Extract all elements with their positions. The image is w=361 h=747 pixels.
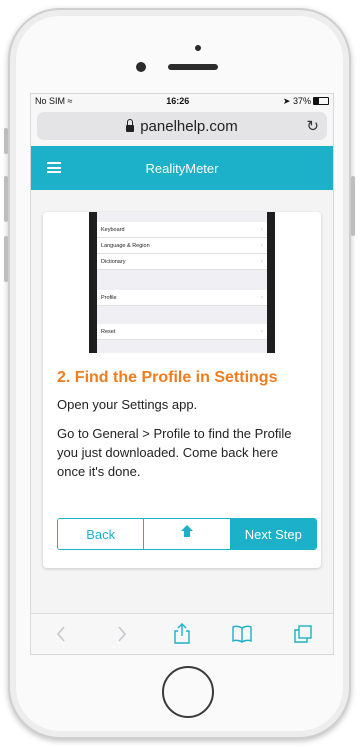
share-icon[interactable] xyxy=(171,623,193,645)
app-title: RealityMeter xyxy=(145,160,219,176)
address-bar[interactable]: panelhelp.com ↻ xyxy=(37,112,327,140)
screenshot-menu-item: Dictionary › xyxy=(97,254,267,270)
carrier-label: No SIM ≈ xyxy=(35,96,73,106)
forward-arrow-icon[interactable] xyxy=(111,623,133,645)
power-button xyxy=(351,176,355,236)
screenshot-menu-item: Language & Region › xyxy=(97,238,267,254)
browser-toolbar xyxy=(31,613,333,654)
home-icon xyxy=(180,524,193,539)
back-button[interactable]: Back xyxy=(58,519,144,549)
proximity-sensor xyxy=(195,45,201,51)
step-card: Keyboard › Language & Region › Dictionary ›… xyxy=(43,212,321,568)
phone-home-button[interactable] xyxy=(162,666,214,718)
phone-screen: No SIM ≈ 16:26 ➤ 37% panelhelp.com ↻ Rea… xyxy=(30,93,334,655)
battery-indicator: ➤ 37% xyxy=(283,96,329,107)
location-icon: ➤ xyxy=(282,95,291,106)
settings-screenshot: Keyboard › Language & Region › Dictionary ›… xyxy=(89,212,275,353)
lock-icon xyxy=(126,118,135,132)
app-header: RealityMeter xyxy=(31,146,333,190)
reload-icon[interactable]: ↻ xyxy=(306,117,319,135)
wifi-icon: ≈ xyxy=(67,96,73,106)
step-title: 2. Find the Profile in Settings xyxy=(57,369,278,386)
step-intro: Open your Settings app. xyxy=(57,397,198,412)
battery-icon xyxy=(313,97,329,106)
screenshot-menu-item: Reset › xyxy=(97,324,267,340)
home-button[interactable] xyxy=(143,519,230,549)
volume-down-button xyxy=(4,236,8,282)
tabs-icon[interactable] xyxy=(292,623,314,645)
earpiece-speaker xyxy=(168,64,218,70)
back-arrow-icon[interactable] xyxy=(50,623,72,645)
url-text: panelhelp.com xyxy=(140,117,238,135)
front-camera xyxy=(136,62,146,72)
status-time: 16:26 xyxy=(166,96,190,106)
next-step-button[interactable]: Next Step xyxy=(229,519,316,549)
step-instructions: Go to General > Profile to find the Prof… xyxy=(57,426,292,479)
step-navigation: Back Next Step xyxy=(57,518,317,550)
screenshot-menu-item: Keyboard › xyxy=(97,222,267,238)
status-bar: No SIM ≈ 16:26 ➤ 37% xyxy=(31,94,333,108)
hamburger-icon[interactable] xyxy=(47,162,61,173)
address-bar-container: panelhelp.com ↻ xyxy=(31,108,333,146)
volume-up-button xyxy=(4,176,8,222)
mute-switch xyxy=(4,128,8,154)
screenshot-menu-item: Profile › xyxy=(97,290,267,306)
bookmarks-icon[interactable] xyxy=(231,623,253,645)
